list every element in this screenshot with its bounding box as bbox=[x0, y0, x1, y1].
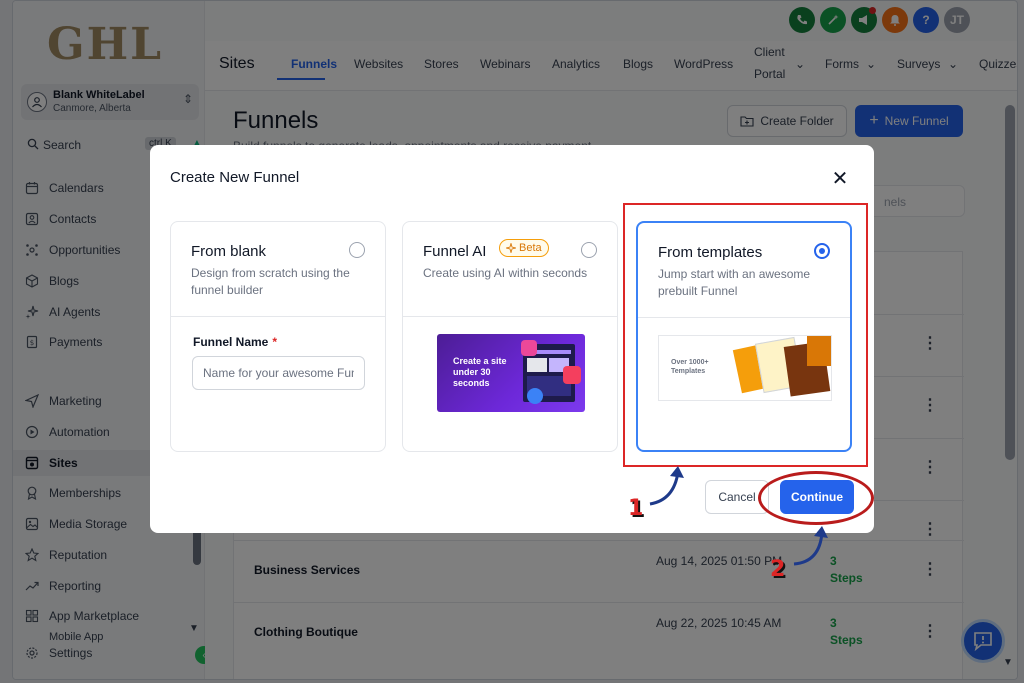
divider bbox=[171, 316, 385, 317]
annotation-step-1: 1 bbox=[628, 496, 644, 521]
divider bbox=[403, 316, 617, 317]
option-description: Design from scratch using the funnel bui… bbox=[191, 266, 350, 297]
option-title: From blank bbox=[191, 243, 267, 260]
funnel-name-label: Funnel Name * bbox=[193, 335, 277, 349]
link-icon bbox=[527, 388, 543, 404]
option-radio[interactable] bbox=[581, 242, 597, 258]
close-icon[interactable]: ✕ bbox=[830, 169, 850, 189]
annotation-highlight-templates bbox=[623, 203, 868, 467]
option-radio[interactable] bbox=[349, 242, 365, 258]
required-marker: * bbox=[272, 335, 278, 349]
annotation-step-2: 2 bbox=[770, 557, 786, 582]
dialog-title: Create New Funnel bbox=[170, 169, 300, 186]
funnel-ai-preview-image: Create a site under 30 seconds bbox=[437, 334, 585, 412]
annotation-arrow-1 bbox=[649, 466, 684, 506]
option-from-blank[interactable]: From blank Design from scratch using the… bbox=[170, 221, 386, 452]
sparkle-icon bbox=[506, 243, 516, 253]
gift-icon bbox=[563, 366, 581, 384]
option-funnel-ai[interactable]: Funnel AI Beta Create using AI within se… bbox=[402, 221, 618, 452]
option-title: Funnel AI bbox=[423, 243, 487, 260]
beta-badge: Beta bbox=[499, 239, 549, 257]
annotation-highlight-continue bbox=[758, 471, 874, 525]
ai-preview-text: Create a site under 30 seconds bbox=[453, 356, 507, 388]
annotation-arrow-2 bbox=[793, 526, 828, 566]
play-icon bbox=[521, 340, 537, 356]
beta-badge-label: Beta bbox=[519, 242, 542, 254]
funnel-name-label-text: Funnel Name bbox=[193, 335, 269, 349]
funnel-name-input[interactable] bbox=[192, 356, 365, 390]
option-description: Create using AI within seconds bbox=[423, 266, 588, 280]
